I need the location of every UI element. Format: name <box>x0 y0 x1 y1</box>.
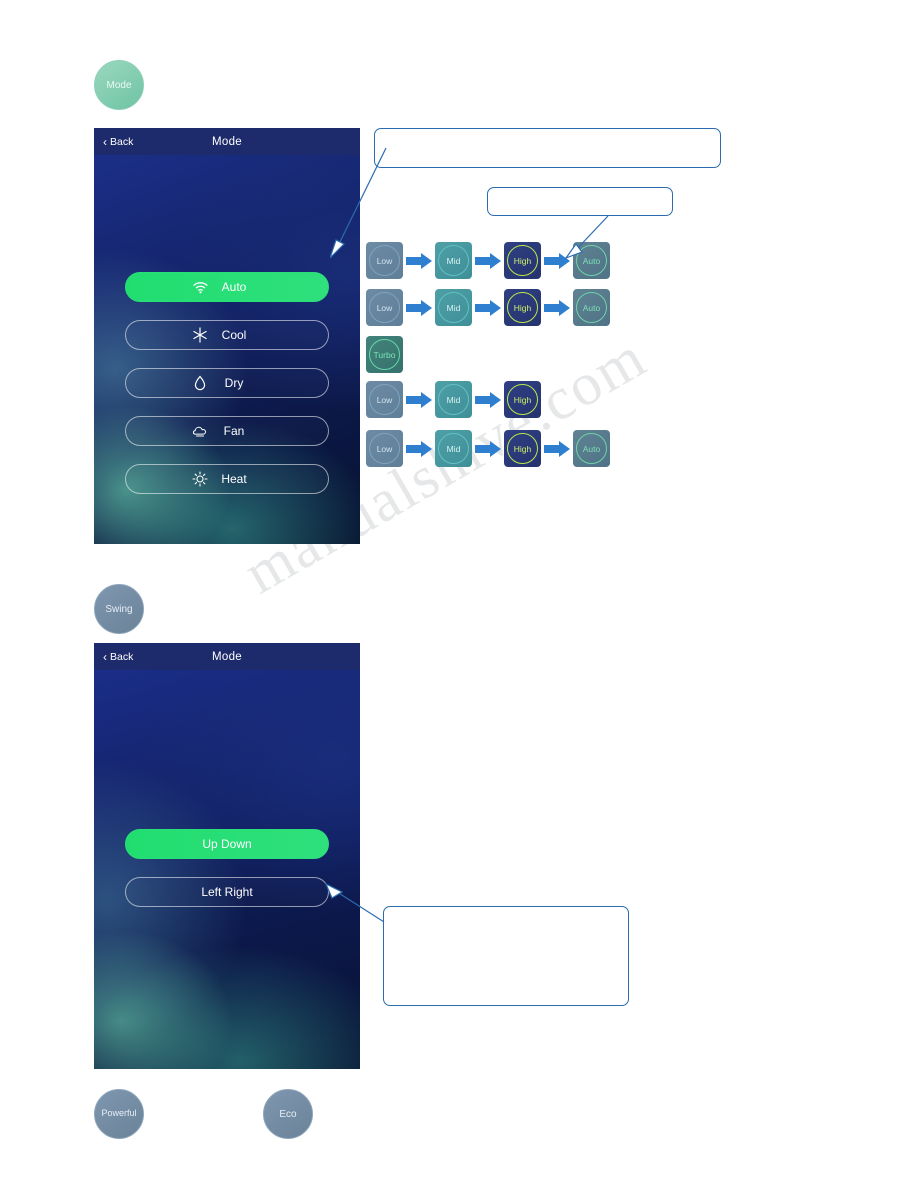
fan-step-auto: Auto <box>573 430 610 467</box>
fan-flow-row-5: Low Mid High Auto <box>366 430 610 467</box>
arrow-right-icon <box>544 299 570 317</box>
fan-step-low: Low <box>366 242 403 279</box>
fan-flow-row-1: Low Mid High Auto <box>366 242 610 279</box>
mode-option-cool-label: Cool <box>221 328 247 342</box>
mode-option-fan-label: Fan <box>223 424 245 438</box>
swing-option-left-right-label: Left Right <box>201 885 253 899</box>
powerful-chip[interactable]: Powerful <box>94 1089 144 1139</box>
back-button-label: Back <box>110 650 134 663</box>
swing-option-up-down[interactable]: Up Down <box>125 829 329 859</box>
fan-step-mid: Mid <box>435 289 472 326</box>
droplet-icon <box>192 375 208 391</box>
swing-chip-label: Swing <box>105 603 133 615</box>
mode-option-heat-label: Heat <box>221 472 247 486</box>
fan-flow-row-3: Turbo <box>366 336 403 373</box>
sun-icon <box>192 471 208 487</box>
chevron-left-icon: ‹ <box>103 134 107 149</box>
arrow-right-icon <box>544 252 570 270</box>
callout-middle <box>487 187 673 216</box>
arrow-right-icon <box>406 299 432 317</box>
swing-screen-body: Up Down Left Right <box>94 670 360 1069</box>
arrow-right-icon <box>475 299 501 317</box>
fan-step-high: High <box>504 289 541 326</box>
fan-step-turbo: Turbo <box>366 336 403 373</box>
mode-option-heat[interactable]: Heat <box>125 464 329 494</box>
chevron-left-icon: ‹ <box>103 649 107 664</box>
fan-step-high: High <box>504 381 541 418</box>
phone-screenshot-swing: ‹ Back Mode Up Down Left Right <box>94 643 360 1069</box>
arrow-right-icon <box>406 440 432 458</box>
mode-option-auto-label: Auto <box>221 280 247 294</box>
swing-option-up-down-label: Up Down <box>202 837 252 851</box>
fan-step-mid: Mid <box>435 242 472 279</box>
fan-step-high: High <box>504 242 541 279</box>
mode-option-dry[interactable]: Dry <box>125 368 329 398</box>
fan-step-low: Low <box>366 381 403 418</box>
fan-step-auto: Auto <box>573 289 610 326</box>
arrow-right-icon <box>475 440 501 458</box>
mode-title-bar: ‹ Back Mode <box>94 128 360 155</box>
page-title: Mode <box>212 650 242 663</box>
eco-chip[interactable]: Eco <box>263 1089 313 1139</box>
arrow-right-icon <box>544 440 570 458</box>
fan-step-mid: Mid <box>435 430 472 467</box>
fan-cloud-icon <box>192 423 208 439</box>
back-button[interactable]: ‹ Back <box>103 651 133 663</box>
mode-option-auto[interactable]: Auto <box>125 272 329 302</box>
eco-chip-label: Eco <box>279 1108 297 1120</box>
fan-step-high: High <box>504 430 541 467</box>
mode-chip[interactable]: Mode <box>94 60 144 110</box>
mode-option-dry-label: Dry <box>224 376 244 390</box>
mode-option-fan[interactable]: Fan <box>125 416 329 446</box>
back-button[interactable]: ‹ Back <box>103 136 133 148</box>
arrow-right-icon <box>475 252 501 270</box>
back-button-label: Back <box>110 135 134 148</box>
swing-chip[interactable]: Swing <box>94 584 144 634</box>
wifi-icon <box>192 279 208 295</box>
mode-screen-body: Auto Cool Dry Fan Heat <box>94 155 360 544</box>
fan-step-mid: Mid <box>435 381 472 418</box>
fan-step-auto: Auto <box>573 242 610 279</box>
mode-chip-label: Mode <box>106 79 132 91</box>
swing-option-left-right[interactable]: Left Right <box>125 877 329 907</box>
fan-flow-row-4: Low Mid High <box>366 381 541 418</box>
fan-step-low: Low <box>366 430 403 467</box>
swing-title-bar: ‹ Back Mode <box>94 643 360 670</box>
callout-top <box>374 128 721 168</box>
page-title: Mode <box>212 135 242 148</box>
arrow-right-icon <box>475 391 501 409</box>
arrow-right-icon <box>406 391 432 409</box>
fan-flow-row-2: Low Mid High Auto <box>366 289 610 326</box>
callout-bottom <box>383 906 629 1006</box>
mode-option-cool[interactable]: Cool <box>125 320 329 350</box>
fan-step-low: Low <box>366 289 403 326</box>
snowflake-icon <box>192 327 208 343</box>
powerful-chip-label: Powerful <box>101 1108 137 1119</box>
phone-screenshot-mode: ‹ Back Mode Auto Cool Dry Fan Heat <box>94 128 360 544</box>
arrow-right-icon <box>406 252 432 270</box>
